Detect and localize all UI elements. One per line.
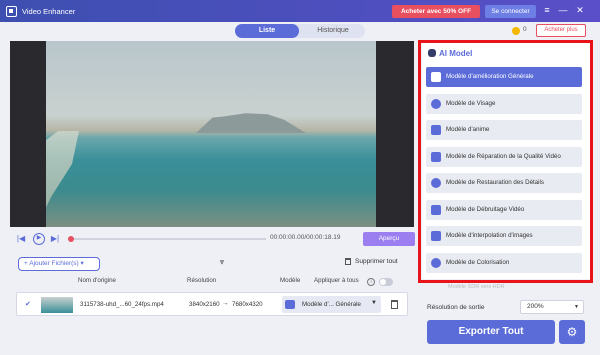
- progress-bar[interactable]: [68, 236, 266, 242]
- minimize-icon[interactable]: —: [557, 4, 569, 17]
- colorize-icon: [431, 258, 441, 268]
- model-item-denoise[interactable]: Modèle de Débruitage Vidéo: [426, 200, 582, 220]
- row-delete-icon[interactable]: [391, 300, 398, 309]
- tab-historique[interactable]: Historique: [301, 24, 365, 38]
- preview-button[interactable]: Aperçu: [363, 232, 415, 246]
- apply-all-toggle[interactable]: [379, 278, 393, 286]
- model-item-label: Modèle d'amélioration Générale: [446, 73, 534, 80]
- view-tabs: Liste Historique: [235, 24, 365, 38]
- coin-icon: [512, 27, 520, 35]
- delete-all-button[interactable]: Supprimer tout: [345, 258, 398, 265]
- tab-liste[interactable]: Liste: [235, 24, 299, 38]
- timecode: 00:00:00.00/00:00:18.19: [270, 234, 341, 241]
- input-resolution: 3840x2160: [189, 301, 220, 308]
- progress-knob[interactable]: [68, 236, 74, 242]
- buy-more-button[interactable]: Acheter plus: [536, 24, 586, 37]
- delete-all-label: Supprimer tout: [355, 258, 398, 266]
- model-item-interpolation[interactable]: Modèle d'interpolation d'images: [426, 226, 582, 246]
- app-title: Video Enhancer: [22, 6, 76, 16]
- model-item-quality-repair[interactable]: Modèle de Réparation de la Qualité Vidéo: [426, 147, 582, 167]
- repair-icon: [431, 152, 441, 162]
- model-icon: [285, 300, 295, 309]
- restore-icon: [431, 178, 441, 188]
- collapse-chevron-icon[interactable]: ⩔: [215, 257, 229, 267]
- output-resolution-label: Résolution de sortie: [427, 304, 485, 311]
- enhance-icon: [431, 72, 441, 82]
- model-item-label: Modèle d'anime: [446, 126, 490, 133]
- model-item-label: Modèle de Colorisation: [446, 259, 510, 266]
- playback-controls: |◀ ▶ ▶| 00:00:00.00/00:00:18.19 Aperçu: [10, 231, 415, 247]
- model-item-anime[interactable]: Modèle d'anime: [426, 120, 582, 140]
- coin-count: 0: [523, 26, 527, 33]
- ai-model-title-text: AI Model: [439, 49, 473, 58]
- model-item-sdr-hdr[interactable]: Modèle SDR vers HDR: [448, 284, 505, 290]
- denoise-icon: [431, 205, 441, 215]
- table-row[interactable]: ✔ 3115738-uhd_...60_24fps.mp4 3840x2160 …: [16, 292, 408, 316]
- row-checkbox[interactable]: ✔: [25, 300, 31, 308]
- output-resolution-value: 200%: [527, 303, 544, 310]
- menu-icon[interactable]: ≡: [541, 4, 553, 17]
- add-files-button[interactable]: + Ajouter Fichier(s) ▾: [18, 257, 100, 271]
- col-name: Nom d'origine: [78, 277, 116, 284]
- next-frame-icon[interactable]: ▶|: [50, 234, 60, 244]
- model-item-detail-restore[interactable]: Modèle de Restauration des Détails: [426, 173, 582, 193]
- model-item-face[interactable]: Modèle de Visage: [426, 94, 582, 114]
- promo-button[interactable]: Acheter avec 50% OFF: [392, 5, 480, 18]
- file-name: 3115738-uhd_...60_24fps.mp4: [80, 301, 164, 308]
- video-preview: [10, 41, 414, 227]
- robot-icon: [428, 49, 436, 57]
- face-icon: [431, 99, 441, 109]
- play-button[interactable]: ▶: [33, 233, 45, 245]
- previous-frame-icon[interactable]: |◀: [16, 234, 26, 244]
- arrow-right-icon: →: [222, 300, 229, 307]
- model-item-label: Modèle de Visage: [446, 100, 496, 107]
- model-item-label: Modèle de Débruitage Vidéo: [446, 206, 525, 213]
- trash-icon: [345, 258, 351, 265]
- col-resolution: Résolution: [187, 277, 217, 284]
- login-button[interactable]: Se connecter: [485, 5, 536, 18]
- row-model-label: Modèle d'... Générale: [302, 301, 361, 308]
- model-item-label: Modèle d'interpolation d'images: [446, 232, 533, 239]
- ai-model-title: AI Model: [428, 49, 472, 58]
- output-resolution-select[interactable]: 200% ▼: [520, 300, 584, 314]
- anime-icon: [431, 125, 441, 135]
- video-frame: [46, 41, 376, 227]
- close-icon[interactable]: ✕: [574, 4, 586, 17]
- col-model: Modèle: [280, 277, 301, 284]
- col-apply-all: Appliquer à tous: [314, 277, 359, 284]
- model-item-general[interactable]: Modèle d'amélioration Générale: [426, 67, 582, 87]
- caret-down-icon: ▼: [371, 300, 377, 306]
- interpolation-icon: [431, 231, 441, 241]
- info-icon[interactable]: i: [367, 278, 375, 286]
- beach-shape: [46, 131, 79, 227]
- model-item-label: Modèle de Restauration des Détails: [446, 179, 545, 186]
- model-item-colorize[interactable]: Modèle de Colorisation: [426, 253, 582, 273]
- mountain-shape: [196, 113, 306, 133]
- export-all-button[interactable]: Exporter Tout: [427, 320, 555, 344]
- video-thumbnail: [41, 297, 73, 313]
- gear-icon[interactable]: ⚙: [559, 320, 585, 344]
- output-resolution: 7680x4320: [232, 301, 263, 308]
- caret-down-icon: ▼: [574, 304, 579, 310]
- row-model-select[interactable]: Modèle d'... Générale ▼: [282, 296, 381, 313]
- model-item-label: Modèle de Réparation de la Qualité Vidéo: [446, 153, 561, 160]
- app-logo-icon: [6, 5, 17, 17]
- table-header: Nom d'origine Résolution Modèle Applique…: [10, 277, 414, 287]
